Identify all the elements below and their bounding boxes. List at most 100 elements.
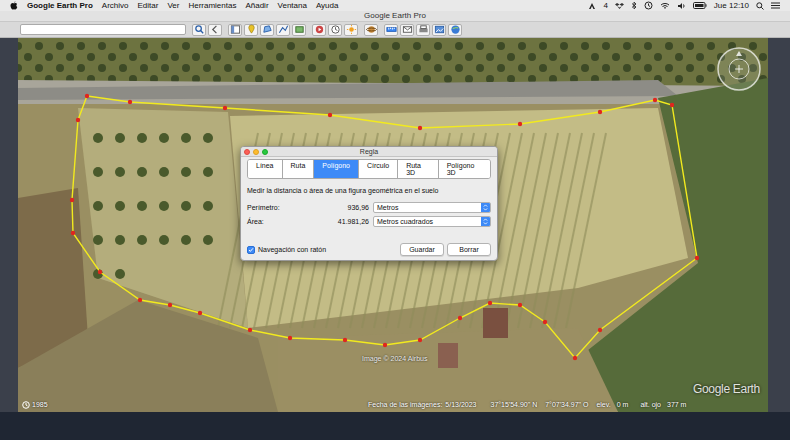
latitude: 37°15'54.90" N (490, 400, 537, 411)
maps-icon[interactable] (450, 24, 461, 35)
chevron-updown-icon[interactable] (483, 204, 488, 211)
placemark-icon[interactable] (244, 24, 258, 36)
clock-icon[interactable] (22, 401, 30, 409)
tab[interactable]: Polígono 3D (438, 160, 490, 178)
placemark-icon[interactable] (246, 24, 257, 35)
ruler-icon[interactable] (386, 24, 397, 35)
sun-icon[interactable] (344, 24, 358, 36)
timemachine-icon[interactable] (644, 1, 653, 10)
sidebar-icon[interactable] (230, 24, 241, 35)
overlay-icon[interactable] (294, 24, 305, 35)
traffic-lights (244, 149, 268, 155)
bluetooth-icon[interactable] (631, 1, 637, 10)
app-menu[interactable]: Google Earth Pro (27, 2, 93, 10)
search-icon[interactable] (756, 2, 764, 10)
maps-icon[interactable] (448, 24, 462, 36)
menu-list-icon[interactable] (771, 2, 780, 9)
imagery-year: 1985 (32, 400, 48, 411)
tab[interactable]: Círculo (358, 160, 397, 178)
measure-row: Perímetro:936,96Metros (247, 202, 491, 213)
clock-icon[interactable] (22, 401, 30, 409)
dropbox-icon[interactable] (615, 2, 624, 10)
chevron-updown-icon[interactable] (481, 217, 490, 226)
chevron-updown-icon[interactable] (483, 218, 488, 225)
dialog-button[interactable]: Guardar (400, 243, 444, 256)
apple-icon[interactable] (10, 1, 18, 10)
volume-icon[interactable] (677, 2, 686, 10)
planets-icon[interactable] (366, 24, 377, 35)
menu-item[interactable]: Añadir (245, 2, 268, 10)
back-icon[interactable] (210, 24, 221, 35)
imagery-date: Fecha de las imágenes:5/13/2023 (368, 400, 476, 411)
menu-item[interactable]: Ver (167, 2, 179, 10)
close-button[interactable] (244, 149, 250, 155)
measure-row: Área:41.981,26Metros cuadrados (247, 216, 491, 227)
map-view[interactable]: Image © 2024 AirbusGoogle Earth1985Fecha… (18, 38, 768, 412)
navigation-control-icon[interactable] (716, 46, 762, 92)
navigation-control-icon[interactable] (716, 46, 762, 92)
save-image-icon[interactable] (434, 24, 445, 35)
save-image-icon[interactable] (432, 24, 446, 36)
menu-item[interactable]: Editar (137, 2, 158, 10)
historical-imagery[interactable]: 1985 (22, 400, 48, 411)
tab[interactable]: Polígono (313, 160, 358, 178)
mouse-navigation-checkbox[interactable] (247, 246, 255, 254)
mouse-navigation-label[interactable]: Navegación con ratón (258, 246, 326, 253)
tab[interactable]: Ruta (282, 160, 314, 178)
history-icon[interactable] (328, 24, 342, 36)
ruler-icon[interactable] (384, 24, 398, 36)
search-icon[interactable] (756, 2, 764, 10)
chevron-updown-icon[interactable] (481, 203, 490, 212)
email-icon[interactable] (402, 24, 413, 35)
print-icon[interactable] (416, 24, 430, 36)
menu-item[interactable]: Archivo (102, 2, 129, 10)
notification-badge: 4 (603, 2, 607, 10)
overlay-icon[interactable] (292, 24, 306, 36)
menu-item[interactable]: Ventana (278, 2, 307, 10)
sun-icon[interactable] (346, 24, 357, 35)
wifi-icon[interactable] (660, 2, 670, 10)
tab[interactable]: Línea (248, 160, 282, 178)
unit-select[interactable]: Metros cuadrados (373, 216, 491, 227)
unit-select[interactable]: Metros (373, 202, 491, 213)
bluetooth-icon[interactable] (631, 1, 637, 10)
unit-value: Metros cuadrados (374, 217, 481, 226)
google-earth-logo: Google Earth (693, 380, 760, 398)
volume-icon[interactable] (677, 2, 686, 10)
menu-bar: Google Earth Pro Archivo Editar Ver Herramie… (0, 0, 790, 11)
longitude: 7°07'34.97" O (545, 400, 588, 411)
zoom-button[interactable] (262, 149, 268, 155)
search-button-icon[interactable] (192, 24, 206, 36)
tab[interactable]: Ruta 3D (397, 160, 438, 178)
window-title: Google Earth Pro (364, 12, 426, 20)
email-icon[interactable] (400, 24, 414, 36)
search-field[interactable] (20, 24, 186, 35)
print-icon[interactable] (418, 24, 429, 35)
checkmark-icon (248, 247, 254, 253)
path-icon[interactable] (278, 24, 289, 35)
planets-icon[interactable] (364, 24, 378, 36)
wifi-icon[interactable] (660, 2, 670, 10)
search-button-icon[interactable] (194, 24, 205, 35)
status-bar: Fecha de las imágenes:5/13/2023 37°15'54.… (368, 400, 686, 411)
menu-item[interactable]: Ayuda (316, 2, 339, 10)
ruler-dialog: ReglaLíneaRutaPolígonoCírculoRuta 3DPolí… (240, 146, 498, 261)
polygon-icon[interactable] (260, 24, 274, 36)
tour-icon[interactable] (314, 24, 325, 35)
back-icon[interactable] (208, 24, 222, 36)
timemachine-icon[interactable] (644, 1, 653, 10)
path-icon[interactable] (276, 24, 290, 36)
history-icon[interactable] (330, 24, 341, 35)
dropbox-icon[interactable] (615, 2, 624, 10)
sidebar-icon[interactable] (228, 24, 242, 36)
menu-list-icon[interactable] (771, 2, 780, 9)
menu-item[interactable]: Herramientas (188, 2, 236, 10)
polygon-icon[interactable] (262, 24, 273, 35)
tour-icon[interactable] (312, 24, 326, 36)
adobe-icon[interactable] (588, 2, 596, 10)
dialog-body: LíneaRutaPolígonoCírculoRuta 3DPolígono … (241, 157, 497, 260)
dialog-button[interactable]: Borrar (447, 243, 491, 256)
minimize-button[interactable] (253, 149, 259, 155)
apple-icon[interactable] (10, 1, 18, 10)
adobe-icon[interactable] (588, 2, 596, 10)
